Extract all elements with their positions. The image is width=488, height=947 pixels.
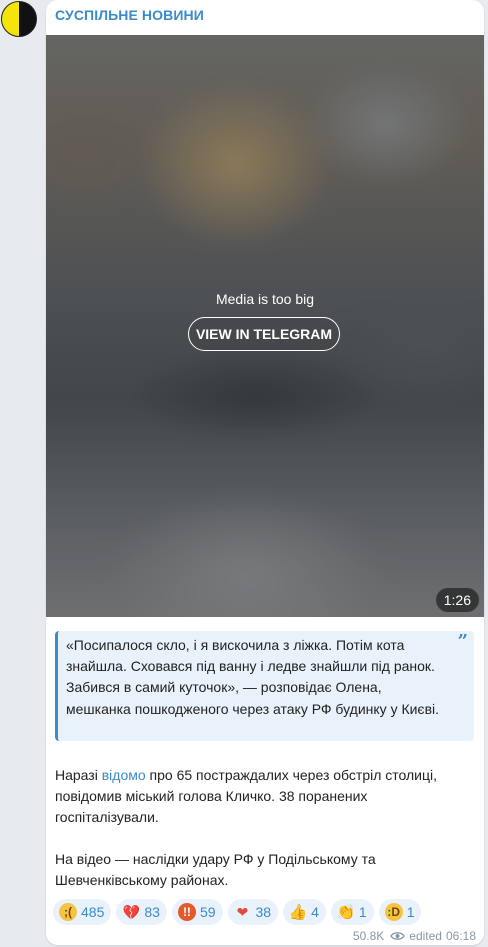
view-count: 50.8K [352, 929, 385, 943]
reactions-bar: ;( 485 💔 83 !! 59 ❤ 38 👍 4 👏 1 :D 1 [53, 899, 422, 925]
channel-avatar[interactable] [1, 1, 37, 37]
video-duration-badge: 1:26 [435, 588, 479, 612]
reaction-angry[interactable]: !! 59 [171, 899, 223, 925]
angry-face-icon: !! [177, 903, 196, 921]
reaction-count: 38 [255, 904, 272, 920]
blockquote: «Посипалося скло, і я вискочила з ліжка.… [55, 631, 474, 741]
reaction-count: 83 [144, 904, 160, 920]
grinning-face-icon: :D [384, 903, 403, 921]
body-paragraph-1: Наразі відомо про 65 постраждалих через … [55, 765, 475, 829]
heart-icon: ❤ [236, 904, 249, 920]
reaction-crying[interactable]: ;( 485 [53, 899, 112, 925]
message-meta: 50.8K edited 06:18 [353, 929, 476, 943]
quote-icon: ” [457, 631, 468, 652]
reaction-count: 1 [358, 904, 367, 920]
broken-heart-icon: 💔 [122, 904, 141, 920]
thumbs-up-icon: 👍 [288, 903, 308, 921]
video-preview[interactable]: Media is too big VIEW IN TELEGRAM 1:26 [46, 35, 484, 617]
reaction-count: 4 [311, 904, 319, 920]
reaction-heart[interactable]: ❤ 38 [227, 899, 279, 925]
reaction-count: 485 [81, 904, 105, 920]
reaction-count: 1 [406, 904, 415, 920]
reaction-broken-heart[interactable]: 💔 83 [116, 899, 167, 925]
media-too-big-message: Media is too big [215, 291, 315, 307]
quote-text: «Посипалося скло, і я вискочила з ліжка.… [66, 637, 440, 717]
edited-label: edited [409, 929, 442, 943]
crying-face-icon: ;( [59, 903, 77, 921]
eye-icon [390, 932, 406, 940]
p1-prefix: Наразі [55, 767, 102, 783]
source-link[interactable]: відомо [102, 767, 146, 783]
channel-name[interactable]: СУСПІЛЬНЕ НОВИНИ [55, 7, 204, 23]
body-paragraph-2: На відео — наслідки удару РФ у Подільськ… [55, 851, 376, 889]
view-in-telegram-button[interactable]: VIEW IN TELEGRAM [188, 317, 340, 351]
message-time: 06:18 [445, 929, 476, 943]
reaction-grin[interactable]: :D 1 [378, 899, 422, 925]
reaction-count: 59 [199, 904, 216, 920]
reaction-thumbs-up[interactable]: 👍 4 [283, 899, 326, 925]
message-bubble: СУСПІЛЬНЕ НОВИНИ Media is too big VIEW I… [46, 0, 484, 945]
reaction-clap[interactable]: 👏 1 [330, 899, 374, 925]
clapping-hands-icon: 👏 [336, 903, 356, 921]
